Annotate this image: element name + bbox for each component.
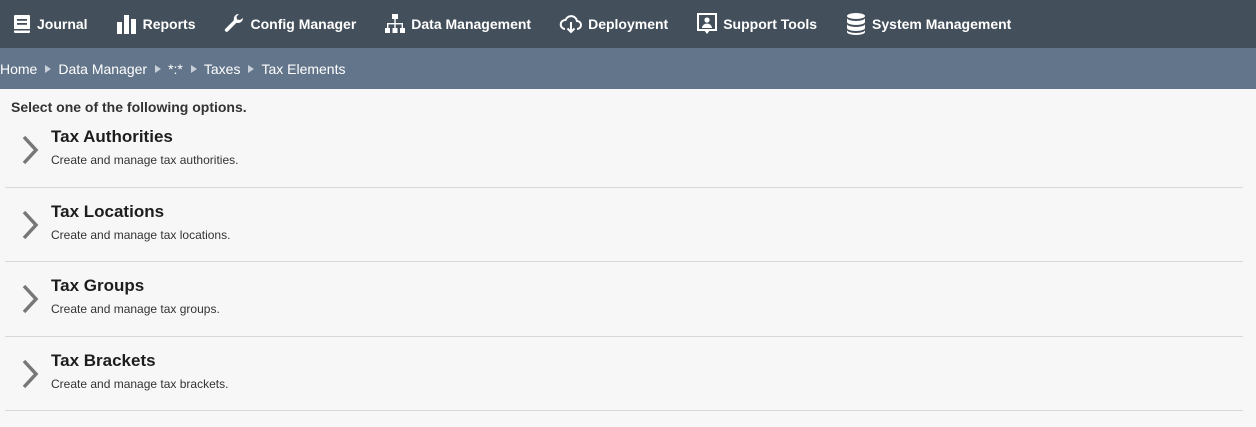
nav-data-management-label: Data Management	[411, 16, 532, 32]
breadcrumb-wildcard[interactable]: *:*	[168, 61, 183, 77]
cloud-download-icon	[559, 13, 583, 35]
breadcrumb: Home Data Manager *:* Taxes Tax Elements	[0, 48, 1256, 89]
nav-support-tools-label: Support Tools	[723, 16, 818, 32]
wrench-icon	[223, 13, 245, 35]
option-description: Create and manage tax brackets.	[51, 376, 229, 391]
breadcrumb-taxes[interactable]: Taxes	[204, 61, 241, 77]
book-icon	[12, 14, 32, 34]
nav-journal-label: Journal	[37, 16, 88, 32]
instructions-text: Select one of the following options.	[11, 99, 247, 115]
option-description: Create and manage tax authorities.	[51, 153, 239, 167]
database-icon	[845, 12, 867, 36]
nav-system-management-label: System Management	[872, 16, 1012, 32]
nav-deployment[interactable]: Deployment	[559, 13, 668, 35]
chevron-right-icon	[21, 284, 39, 319]
nav-system-management[interactable]: System Management	[845, 12, 1011, 36]
breadcrumb-separator-icon	[190, 64, 197, 73]
breadcrumb-separator-icon	[248, 64, 255, 73]
chevron-right-icon	[21, 359, 39, 394]
option-title: Tax Groups	[51, 276, 145, 295]
chevron-right-icon	[21, 135, 39, 170]
option-description: Create and manage tax groups.	[51, 302, 220, 316]
breadcrumb-separator-icon	[45, 64, 52, 73]
nav-support-tools[interactable]: Support Tools	[696, 13, 817, 35]
nav-deployment-label: Deployment	[588, 16, 669, 32]
nav-journal[interactable]: Journal	[12, 14, 88, 34]
option-tax-brackets[interactable]: Tax Brackets Create and manage tax brack…	[5, 337, 1243, 411]
breadcrumb-tax-elements: Tax Elements	[261, 60, 346, 77]
chevron-right-icon	[21, 210, 39, 245]
option-tax-authorities[interactable]: Tax Authorities Create and manage tax au…	[5, 113, 1243, 188]
option-tax-groups[interactable]: Tax Groups Create and manage tax groups.	[5, 262, 1243, 337]
option-tax-locations[interactable]: Tax Locations Create and manage tax loca…	[5, 188, 1243, 262]
support-person-icon	[696, 13, 718, 35]
nav-config-manager[interactable]: Config Manager	[223, 13, 356, 35]
nav-data-management[interactable]: Data Management	[384, 13, 531, 35]
top-navigation-bar: Journal Reports Config Manager Data Mana…	[0, 0, 1256, 48]
sitemap-icon	[384, 13, 406, 35]
main-content: Select one of the following options. Tax…	[0, 89, 1256, 411]
bar-chart-icon	[116, 14, 138, 34]
options-list: Tax Authorities Create and manage tax au…	[5, 113, 1243, 411]
breadcrumb-home[interactable]: Home	[0, 61, 37, 77]
nav-reports-label: Reports	[142, 16, 196, 32]
option-title: Tax Authorities	[51, 127, 173, 146]
nav-reports[interactable]: Reports	[116, 14, 196, 34]
option-title: Tax Locations	[51, 201, 165, 221]
option-description: Create and manage tax locations.	[51, 227, 231, 242]
breadcrumb-separator-icon	[155, 64, 162, 73]
option-title: Tax Brackets	[51, 350, 156, 370]
breadcrumb-data-manager[interactable]: Data Manager	[58, 61, 147, 77]
nav-config-manager-label: Config Manager	[250, 16, 357, 32]
